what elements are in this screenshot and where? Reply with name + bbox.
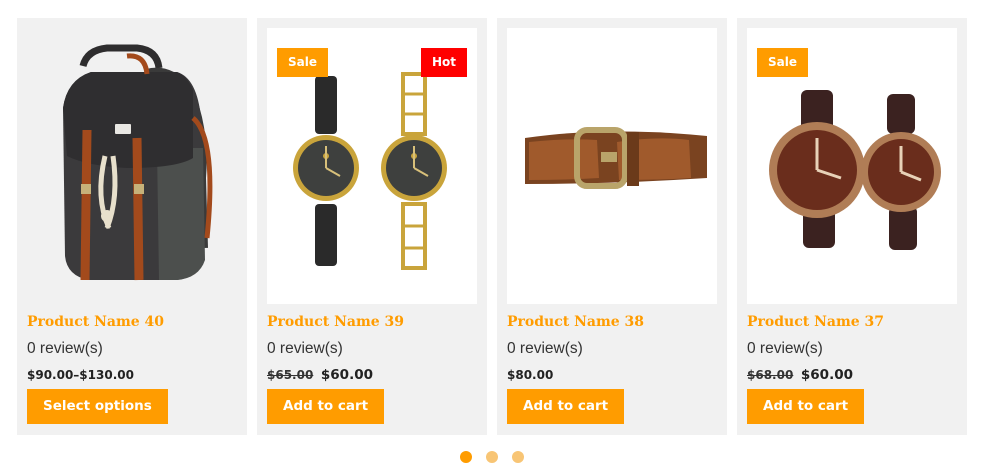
hot-badge: Hot [420, 48, 467, 77]
product-image[interactable] [27, 28, 237, 304]
sale-badge: Sale [277, 48, 328, 77]
product-name-link[interactable]: Product Name 37 [747, 314, 884, 330]
pagination-dot-2[interactable] [486, 451, 498, 463]
pagination-dot-3[interactable] [512, 451, 524, 463]
old-price: $65.00 [267, 368, 314, 382]
sale-badge: Sale [757, 48, 808, 77]
price-range: $90.00–$130.00 [27, 368, 134, 382]
add-to-cart-button[interactable]: Add to cart [507, 389, 625, 424]
product-card: Sale Product Name 37 0 review(s) $68.00 … [737, 18, 967, 435]
product-grid: Product Name 40 0 review(s) $90.00–$130.… [17, 18, 967, 435]
review-count: 0 review(s) [27, 340, 103, 357]
add-to-cart-button[interactable]: Add to cart [747, 389, 865, 424]
sale-price: $60.00 [320, 367, 373, 383]
price: $80.00 [507, 364, 553, 383]
product-image[interactable]: Sale [747, 28, 957, 304]
sale-price: $60.00 [800, 367, 853, 383]
pagination-dot-1[interactable] [460, 451, 472, 463]
product-name-link[interactable]: Product Name 40 [27, 314, 164, 330]
add-to-cart-button[interactable]: Add to cart [267, 389, 385, 424]
price: $68.00 $60.00 [747, 364, 853, 383]
review-count: 0 review(s) [507, 340, 583, 357]
product-name-link[interactable]: Product Name 38 [507, 314, 644, 330]
regular-price: $80.00 [507, 368, 554, 382]
price: $65.00 $60.00 [267, 364, 373, 383]
product-card: Sale Hot Product Name 39 0 review(s) $65… [257, 18, 487, 435]
backpack-image [63, 44, 213, 281]
product-name-link[interactable]: Product Name 39 [267, 314, 404, 330]
select-options-button[interactable]: Select options [27, 389, 168, 424]
old-price: $68.00 [747, 368, 794, 382]
leather-belt-image [525, 127, 707, 189]
product-card: Product Name 38 0 review(s) $80.00 Add t… [497, 18, 727, 435]
product-image[interactable] [507, 28, 717, 304]
price: $90.00–$130.00 [27, 364, 134, 383]
product-card: Product Name 40 0 review(s) $90.00–$130.… [17, 18, 247, 435]
product-image[interactable]: Sale Hot [267, 28, 477, 304]
review-count: 0 review(s) [267, 340, 343, 357]
review-count: 0 review(s) [747, 340, 823, 357]
